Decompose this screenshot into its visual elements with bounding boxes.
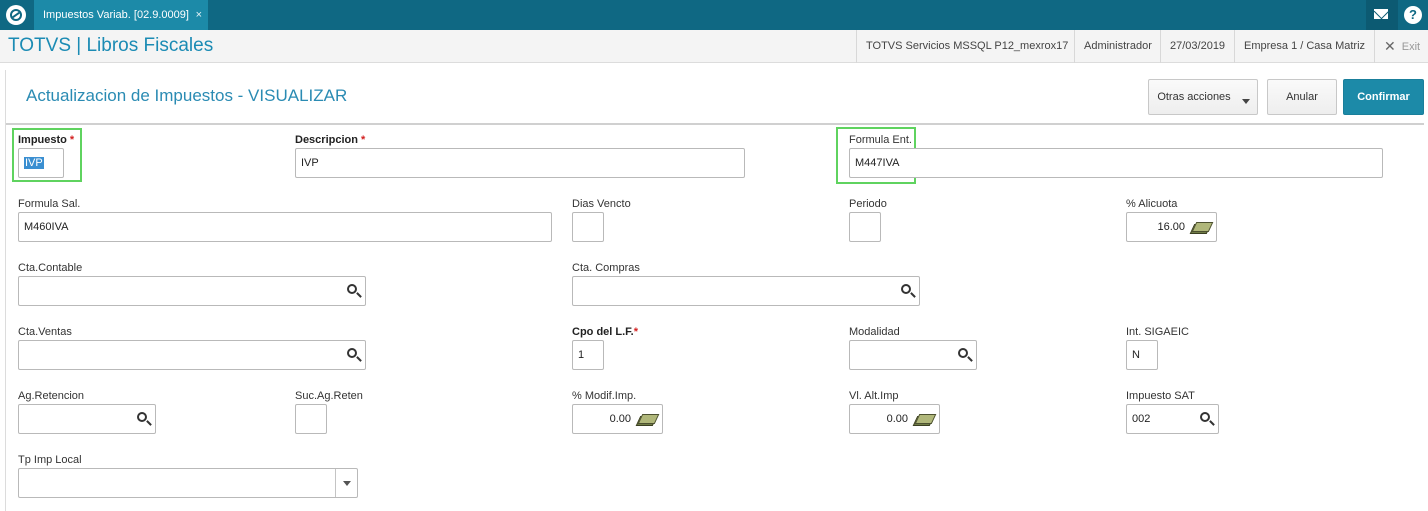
chevron-down-icon[interactable] — [335, 469, 357, 497]
date-info: 27/03/2019 — [1160, 30, 1225, 63]
modalidad-label: Modalidad — [849, 326, 900, 338]
chevron-down-icon — [1242, 99, 1250, 104]
ag-retencion-label: Ag.Retencion — [18, 390, 85, 402]
anular-button[interactable]: Anular — [1267, 79, 1337, 115]
vl-alt-imp-value: 0.00 — [886, 413, 908, 425]
int-sigaeic-input[interactable]: N — [1126, 340, 1158, 370]
confirmar-button[interactable]: Confirmar — [1343, 79, 1424, 115]
vl-alt-imp-input[interactable]: 0.00 — [849, 404, 940, 434]
search-icon[interactable] — [1200, 412, 1210, 422]
impuesto-input[interactable]: IVP — [18, 148, 64, 178]
modif-imp-input[interactable]: 0.00 — [572, 404, 663, 434]
formula-ent-input[interactable]: M447IVA — [849, 148, 1383, 178]
descripcion-input[interactable]: IVP — [295, 148, 745, 178]
company-info: Empresa 1 / Casa Matriz — [1234, 30, 1365, 63]
form-title: Actualizacion de Impuestos - VISUALIZAR — [26, 86, 348, 105]
int-sigaeic-label: Int. SIGAEIC — [1126, 326, 1189, 338]
impuesto-sat-label: Impuesto SAT — [1126, 390, 1195, 402]
search-icon[interactable] — [137, 412, 147, 422]
ag-retencion-input[interactable] — [18, 404, 156, 434]
close-icon: ✕ — [1384, 38, 1396, 54]
help-icon: ? — [1404, 6, 1422, 24]
help-button[interactable]: ? — [1398, 0, 1428, 30]
formula-sal-input[interactable]: M460IVA — [18, 212, 552, 242]
close-icon[interactable]: × — [196, 0, 202, 30]
cpo-lf-input[interactable]: 1 — [572, 340, 604, 370]
cta-contable-label: Cta.Contable — [18, 262, 83, 274]
alicuota-input[interactable]: 16.00 — [1126, 212, 1217, 242]
app-header: TOTVS | Libros Fiscales TOTVS Servicios … — [0, 30, 1428, 63]
search-icon[interactable] — [901, 284, 911, 294]
impuesto-sat-value: 002 — [1132, 413, 1151, 425]
descripcion-label: Descripcion * — [295, 134, 366, 146]
mail-icon — [1374, 9, 1388, 19]
modif-imp-label: % Modif.Imp. — [572, 390, 637, 402]
app-title: TOTVS | Libros Fiscales — [8, 35, 214, 56]
cta-compras-label: Cta. Compras — [572, 262, 640, 274]
server-info: TOTVS Servicios MSSQL P12_mexrox17 — [856, 30, 1068, 63]
alicuota-label: % Alicuota — [1126, 198, 1178, 210]
otras-acciones-button[interactable]: Otras acciones — [1148, 79, 1258, 115]
alicuota-value: 16.00 — [1157, 221, 1185, 233]
dias-vencto-label: Dias Vencto — [572, 198, 631, 210]
exit-button[interactable]: ✕ Exit — [1374, 30, 1420, 63]
formula-sal-label: Formula Sal. — [18, 198, 81, 210]
exit-label: Exit — [1401, 41, 1421, 53]
impuesto-label: Impuesto * — [18, 134, 75, 146]
tab-impuestos-variab[interactable]: Impuestos Variab. [02.9.0009] × — [34, 0, 208, 30]
calculator-icon[interactable] — [1191, 221, 1209, 234]
dias-vencto-input[interactable] — [572, 212, 604, 242]
modalidad-input[interactable] — [849, 340, 977, 370]
suc-ag-reten-input[interactable] — [295, 404, 327, 434]
search-icon[interactable] — [958, 348, 968, 358]
cta-compras-input[interactable] — [572, 276, 920, 306]
modif-imp-value: 0.00 — [609, 413, 631, 425]
user-info: Administrador — [1074, 30, 1152, 63]
tp-imp-local-label: Tp Imp Local — [18, 454, 82, 466]
totvs-logo-icon — [6, 5, 26, 25]
cta-contable-input[interactable] — [18, 276, 366, 306]
periodo-input[interactable] — [849, 212, 881, 242]
tab-label: Impuestos Variab. [02.9.0009] — [43, 9, 189, 21]
search-icon[interactable] — [347, 284, 357, 294]
search-icon[interactable] — [347, 348, 357, 358]
otras-acciones-label: Otras acciones — [1157, 91, 1231, 103]
tp-imp-local-select[interactable] — [18, 468, 358, 498]
cta-ventas-label: Cta.Ventas — [18, 326, 72, 338]
impuesto-sat-input[interactable]: 002 — [1126, 404, 1219, 434]
suc-ag-reten-label: Suc.Ag.Reten — [295, 390, 363, 402]
vl-alt-imp-label: Vl. Alt.Imp — [849, 390, 899, 402]
top-bar: Impuestos Variab. [02.9.0009] × ? — [0, 0, 1428, 30]
cta-ventas-input[interactable] — [18, 340, 366, 370]
form-panel: Actualizacion de Impuestos - VISUALIZAR … — [5, 70, 1424, 511]
form-header: Actualizacion de Impuestos - VISUALIZAR … — [6, 70, 1424, 125]
cpo-lf-label: Cpo del L.F.* — [572, 326, 639, 338]
formula-ent-label: Formula Ent. — [849, 134, 912, 146]
calculator-icon[interactable] — [637, 413, 655, 426]
calculator-icon[interactable] — [914, 413, 932, 426]
mail-button[interactable] — [1366, 0, 1398, 30]
periodo-label: Periodo — [849, 198, 887, 210]
